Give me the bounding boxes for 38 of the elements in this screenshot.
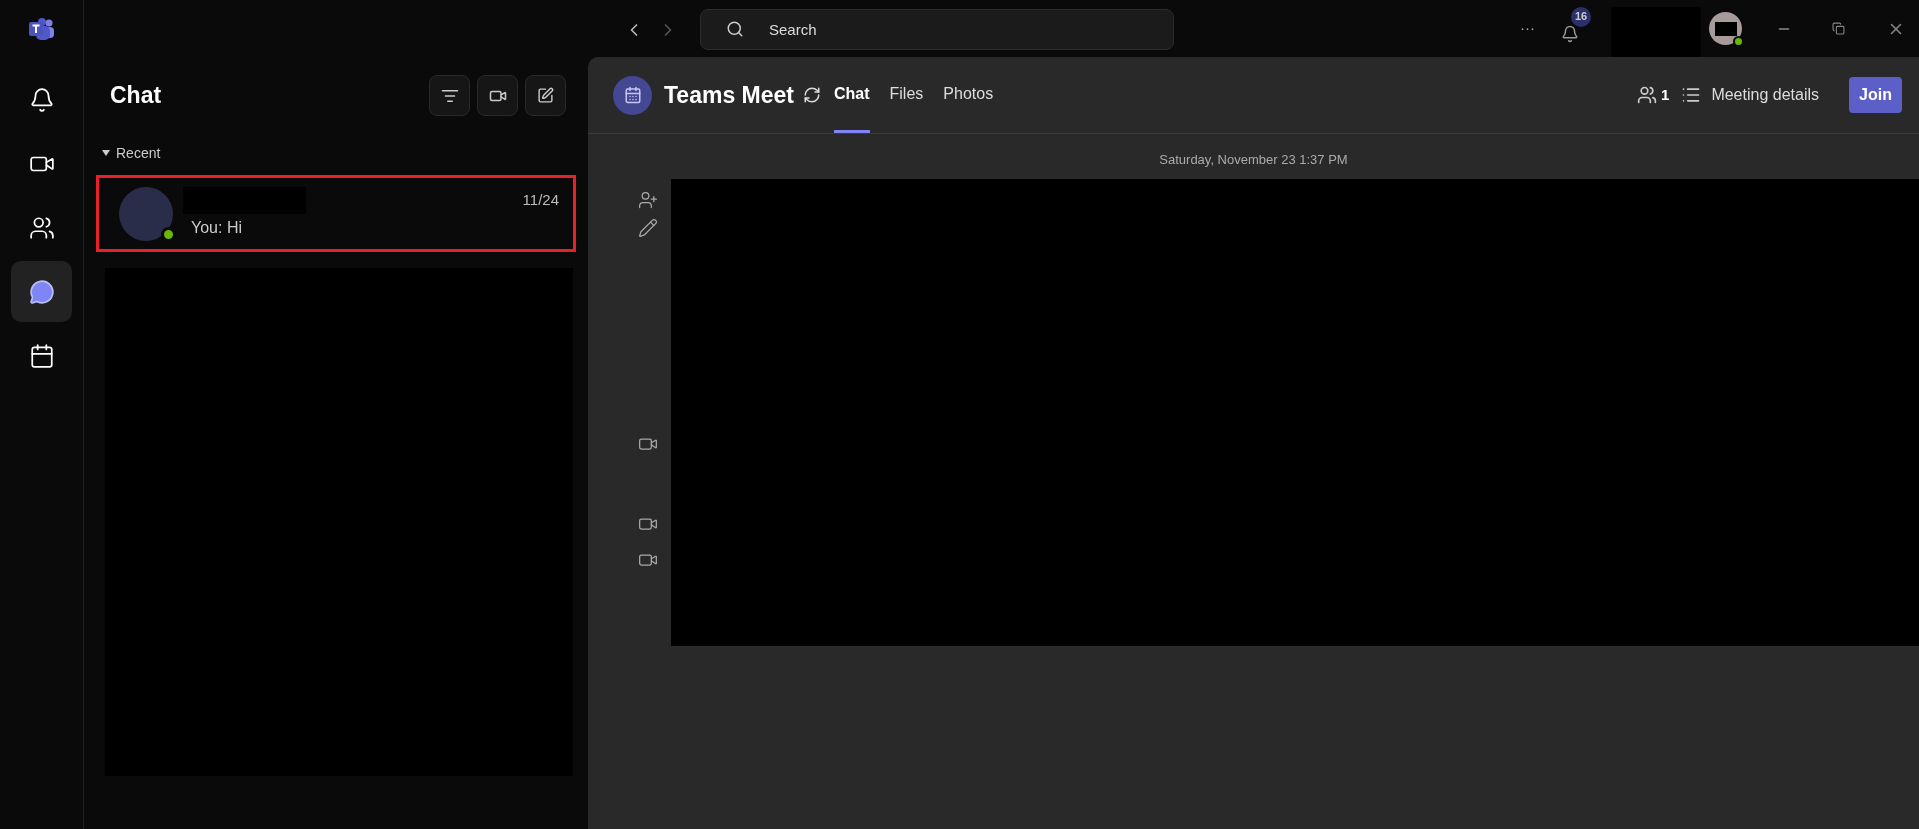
chat-icon xyxy=(28,278,55,305)
people-icon xyxy=(28,214,55,241)
recurring-icon xyxy=(802,86,821,104)
filter-button[interactable] xyxy=(429,75,470,116)
avatar xyxy=(119,186,173,241)
chat-time: 11/24 xyxy=(522,190,559,211)
people-icon xyxy=(1637,85,1658,105)
conversation-title: Teams Meet xyxy=(664,80,794,110)
list-icon xyxy=(1681,85,1702,105)
tab[interactable]: Files xyxy=(889,57,924,133)
compose-icon xyxy=(537,87,554,104)
new-chat-button[interactable] xyxy=(525,75,566,116)
message-preview: You: Hi xyxy=(191,218,243,238)
pencil-icon xyxy=(638,217,658,238)
search-icon xyxy=(726,20,744,38)
person-add-icon xyxy=(638,189,658,210)
profile-avatar[interactable] xyxy=(1709,12,1742,45)
chat-list-title: Chat xyxy=(110,81,162,111)
search-field[interactable]: Search xyxy=(700,9,1174,50)
bell-icon xyxy=(28,86,55,113)
section-toggle[interactable]: Recent xyxy=(96,141,167,165)
app-logo-icon xyxy=(28,18,55,42)
meeting-details-button[interactable]: Meeting details xyxy=(1681,83,1819,107)
calendar-icon xyxy=(28,342,55,369)
calendar-icon xyxy=(623,86,642,104)
tab[interactable]: Chat xyxy=(833,57,870,133)
message-timestamp: Saturday, November 23 1:37 PM xyxy=(1159,151,1348,169)
notification-count-badge: 16 xyxy=(1571,6,1592,27)
rail-button[interactable] xyxy=(11,261,72,322)
caret-icon xyxy=(102,150,110,156)
chat-list-item[interactable]: 11/24 You: Hi xyxy=(96,175,576,252)
notification-bell-icon[interactable] xyxy=(1561,24,1579,43)
tab[interactable]: Photos xyxy=(943,57,994,133)
participants-button[interactable]: 1 xyxy=(1637,83,1670,107)
video-call-button[interactable] xyxy=(477,75,518,116)
restore-icon[interactable] xyxy=(1832,22,1845,35)
join-button[interactable]: Join xyxy=(1849,77,1902,113)
more-options-button[interactable]: ··· xyxy=(1520,17,1535,40)
